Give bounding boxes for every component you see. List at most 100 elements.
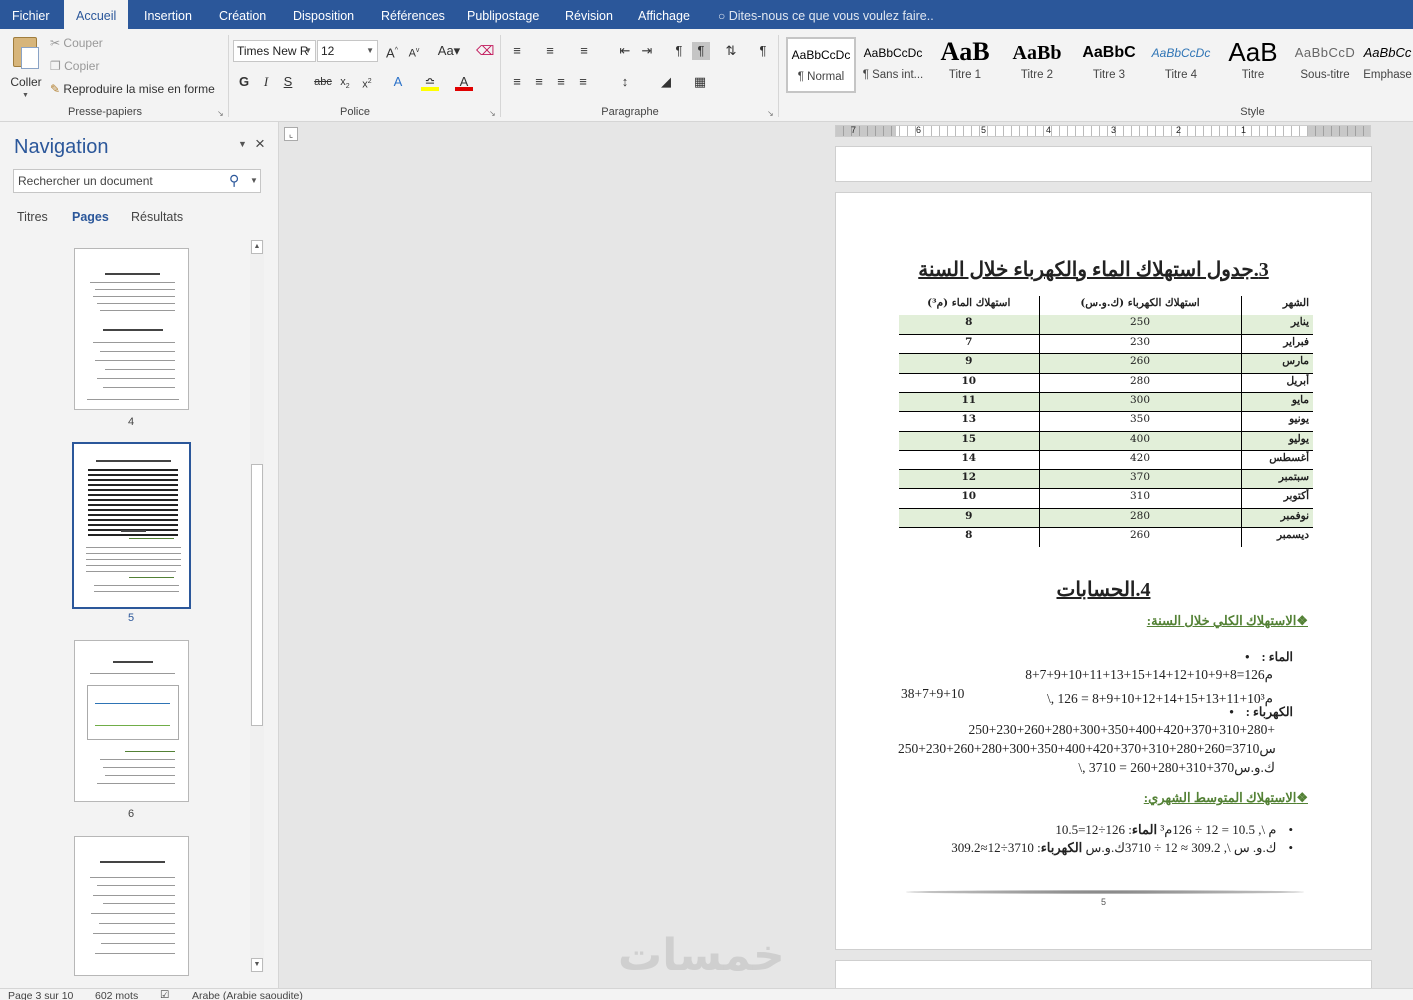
close-icon[interactable]: ×: [255, 134, 265, 154]
superscript-icon[interactable]: x2: [358, 73, 376, 91]
word-count[interactable]: 602 mots: [95, 990, 138, 1000]
tab-insertion[interactable]: Insertion: [144, 0, 192, 29]
tell-me-text: Dites-nous ce que vous voulez faire..: [728, 9, 934, 23]
tab-references[interactable]: Références: [381, 0, 445, 29]
format-painter-button[interactable]: ✎ Reproduire la mise en forme: [50, 82, 215, 96]
ruler-number: 3: [1111, 125, 1117, 135]
scroll-thumb[interactable]: [251, 464, 263, 726]
multilevel-list-icon[interactable]: ≡: [575, 42, 593, 60]
page-count[interactable]: Page 3 sur 10: [8, 990, 73, 1000]
bold-icon[interactable]: G: [235, 73, 253, 91]
page-footer-number: 5: [1100, 897, 1106, 907]
show-marks-icon[interactable]: ¶: [754, 42, 772, 60]
numbering-icon[interactable]: ≡: [541, 42, 559, 60]
underline-icon[interactable]: S: [279, 73, 297, 91]
align-left-icon[interactable]: ≡: [508, 73, 526, 91]
page-thumbnail-4[interactable]: [74, 248, 189, 410]
page-thumbnail-6[interactable]: [74, 640, 189, 802]
font-name-combo[interactable]: Times New R ▼: [233, 40, 316, 62]
tab-disposition[interactable]: Disposition: [293, 0, 354, 29]
tab-titres[interactable]: Titres: [17, 210, 48, 224]
subscript-icon[interactable]: x2: [336, 73, 354, 91]
paste-button[interactable]: Coller ▼: [8, 35, 44, 101]
style-no-spacing[interactable]: AaBbCcDc ¶ Sans int...: [858, 37, 928, 93]
page-thumbnail-5[interactable]: [72, 442, 191, 609]
ribbon: Coller ▼ ✂ Couper ❐ Copier ✎ Reproduire …: [0, 29, 1413, 122]
tell-me-box[interactable]: ○ Dites-nous ce que vous voulez faire..: [718, 0, 934, 29]
cut-label: Couper: [63, 36, 103, 50]
font-group-label: Police: [340, 106, 370, 118]
font-size-combo[interactable]: 12 ▼: [317, 40, 378, 62]
scroll-up-icon[interactable]: ▲: [251, 240, 263, 254]
font-color-icon[interactable]: A: [455, 73, 473, 91]
grow-font-icon[interactable]: A^: [383, 42, 401, 60]
scroll-down-icon[interactable]: ▼: [251, 958, 263, 972]
chevron-down-icon[interactable]: ▼: [238, 139, 247, 149]
tab-fichier[interactable]: Fichier: [12, 0, 50, 29]
style-emphasis[interactable]: AaBbCc Emphase: [1362, 37, 1413, 93]
lightbulb-icon: ○: [718, 9, 726, 23]
tab-accueil[interactable]: Accueil: [64, 0, 129, 30]
previous-page-bottom: [835, 146, 1372, 182]
strikethrough-icon[interactable]: abc: [312, 73, 334, 91]
clear-format-icon[interactable]: ⌫: [476, 42, 494, 60]
page-number-5: 5: [127, 612, 135, 624]
dialog-launcher-icon[interactable]: ↘: [489, 109, 496, 118]
sort-icon[interactable]: ⇅: [722, 42, 740, 60]
total-consumption-heading: ❖الاستهلاك الكلي خلال السنة:: [1146, 613, 1308, 628]
chevron-down-icon: ▼: [22, 92, 29, 99]
chevron-down-icon[interactable]: ▼: [250, 176, 258, 185]
tab-affichage[interactable]: Affichage: [638, 0, 690, 29]
search-icon[interactable]: ⚲: [229, 172, 239, 189]
style-subtitle[interactable]: AaBbCcD Sous-titre: [1290, 37, 1360, 93]
language-indicator[interactable]: Arabe (Arabie saoudite): [192, 990, 303, 1000]
header-month: الشهر: [1240, 296, 1313, 316]
cut-button[interactable]: ✂ Couper: [50, 36, 103, 50]
align-right-icon[interactable]: ≡: [552, 73, 570, 91]
electricity-calc-line3: \, 3710 = 260+280+310+370ك.و.س: [1078, 760, 1275, 775]
rtl-icon[interactable]: ¶: [692, 42, 710, 60]
justify-icon[interactable]: ≡: [574, 73, 592, 91]
style-title[interactable]: AaB Titre: [1218, 37, 1288, 93]
horizontal-ruler[interactable]: 7 6 5 4 3 2 1: [835, 125, 1371, 137]
electricity-calc-line1: 250+230+260+280+300+350+400+420+370+310+…: [968, 722, 1276, 737]
style-heading-3[interactable]: AaBbC Titre 3: [1074, 37, 1144, 93]
increase-indent-icon[interactable]: ⇥: [638, 42, 656, 60]
decrease-indent-icon[interactable]: ⇤: [616, 42, 634, 60]
line-spacing-icon[interactable]: ↕: [616, 73, 634, 91]
search-input[interactable]: Rechercher un document ⚲ ▼: [13, 169, 261, 193]
page-thumbnail-7[interactable]: [74, 836, 189, 976]
highlight-icon[interactable]: ≏: [421, 73, 439, 91]
page-number-4: 4: [127, 416, 135, 428]
tab-revision[interactable]: Révision: [565, 0, 613, 29]
text-effects-icon[interactable]: A: [389, 73, 407, 91]
calculations-heading: 4.الحسابات: [1056, 579, 1151, 601]
thumbnail-scrollbar[interactable]: ▲ ▼: [250, 240, 264, 972]
italic-icon[interactable]: I: [257, 73, 275, 91]
ltr-icon[interactable]: ¶: [670, 42, 688, 60]
navigation-pane: Navigation ▼ × Rechercher un document ⚲ …: [0, 122, 279, 988]
style-heading-1[interactable]: AaB Titre 1: [930, 37, 1000, 93]
change-case-icon[interactable]: Aa▾: [434, 42, 464, 60]
proofing-icon[interactable]: ☑: [160, 989, 169, 1000]
shrink-font-icon[interactable]: Av: [405, 42, 423, 60]
tab-creation[interactable]: Création: [219, 0, 266, 29]
navigation-title: Navigation: [14, 136, 109, 158]
borders-icon[interactable]: ▦: [691, 73, 709, 91]
style-normal[interactable]: AaBbCcDc ¶ Normal: [786, 37, 856, 93]
dialog-launcher-icon[interactable]: ↘: [217, 109, 224, 118]
paragraph-group-label: Paragraphe: [601, 106, 659, 118]
clipboard-group-label: Presse-papiers: [68, 106, 142, 118]
style-heading-2[interactable]: AaBb Titre 2: [1002, 37, 1072, 93]
tab-stop-icon[interactable]: ⌞: [284, 127, 298, 141]
bullets-icon[interactable]: ≡: [508, 42, 526, 60]
dialog-launcher-icon[interactable]: ↘: [767, 109, 774, 118]
tab-pages[interactable]: Pages: [72, 210, 109, 224]
average-water-line: 10.5=12÷126 :م \, 10.5 = 12 ÷ 126م³ الما…: [1055, 822, 1293, 837]
tab-resultats[interactable]: Résultats: [131, 210, 183, 224]
shading-icon[interactable]: ◢: [657, 73, 675, 91]
style-heading-4[interactable]: AaBbCcDc Titre 4: [1146, 37, 1216, 93]
tab-publipostage[interactable]: Publipostage: [467, 0, 539, 29]
align-center-icon[interactable]: ≡: [530, 73, 548, 91]
copy-button[interactable]: ❐ Copier: [50, 59, 99, 73]
